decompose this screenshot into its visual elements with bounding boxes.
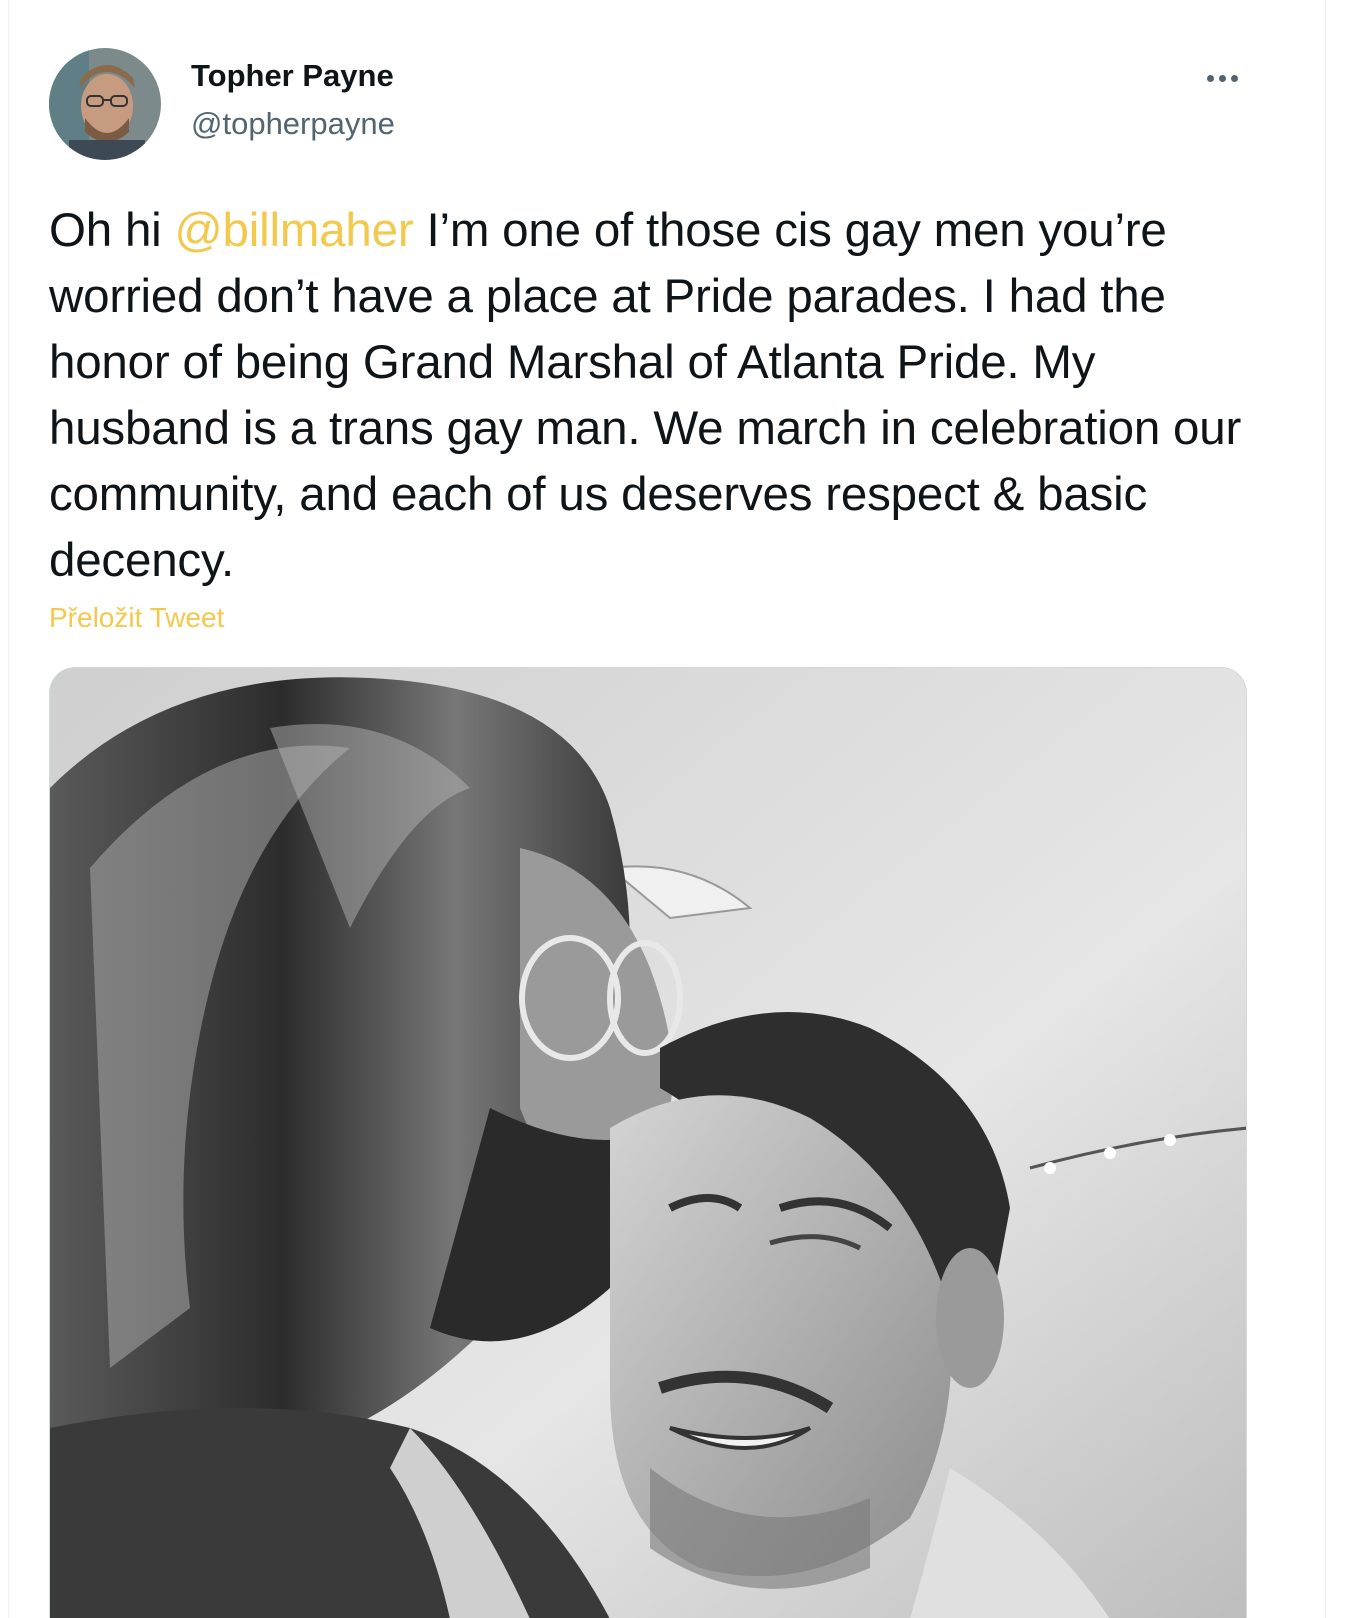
tweet-text-body: I’m one of those cis gay men you’re worr… — [49, 204, 1242, 587]
tweet-photo[interactable] — [49, 667, 1247, 1618]
avatar-photo-icon — [49, 48, 161, 160]
tweet-card: Topher Payne @topherpayne Oh hi @billmah… — [8, 0, 1326, 1618]
tweet-text-prefix: Oh hi — [49, 204, 175, 257]
translate-tweet-link[interactable]: Přeložit Tweet — [49, 602, 224, 634]
author-handle[interactable]: @topherpayne — [191, 106, 395, 142]
author-avatar[interactable] — [49, 48, 161, 160]
photo-image-icon — [50, 668, 1246, 1618]
author-display-name[interactable]: Topher Payne — [191, 58, 394, 94]
more-options-icon[interactable] — [1195, 60, 1249, 96]
tweet-text: Oh hi @billmaher I’m one of those cis ga… — [49, 198, 1259, 594]
mention-link[interactable]: @billmaher — [175, 204, 414, 257]
